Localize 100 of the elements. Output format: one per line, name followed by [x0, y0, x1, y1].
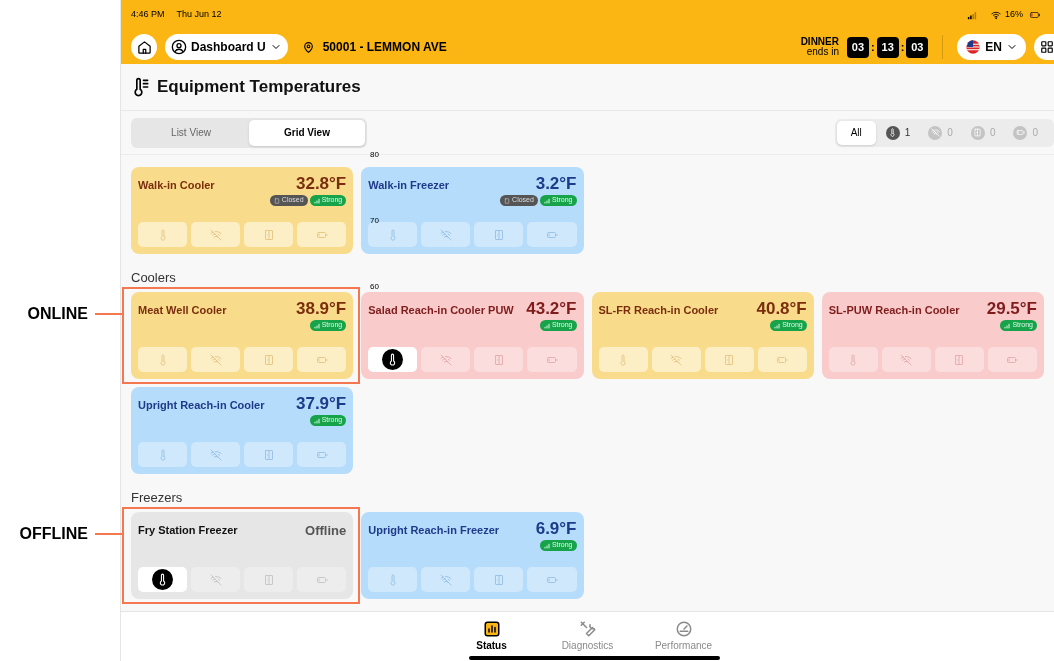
status-time: 4:46 PM — [131, 8, 165, 22]
sensor-tile[interactable] — [828, 347, 878, 372]
user-circle-icon — [171, 39, 187, 55]
thermometer-icon — [888, 128, 898, 137]
sensor-tile[interactable] — [474, 222, 524, 247]
sensor-tile[interactable] — [244, 347, 294, 372]
wifi-off-icon — [930, 128, 940, 137]
sensor-tile[interactable] — [421, 347, 471, 372]
sensor-tile[interactable] — [138, 222, 188, 247]
sensor-tile[interactable] — [297, 567, 347, 592]
timer-digits: 03 — [847, 36, 869, 58]
temperature-reading: 3.2°F — [535, 174, 577, 194]
sensor-tile[interactable] — [934, 347, 984, 372]
timer-digits: 03 — [906, 36, 929, 58]
signal-bars-icon — [774, 322, 781, 329]
axis-label: 80 — [370, 150, 379, 160]
sensor-tile[interactable] — [651, 347, 701, 372]
signal-bars-icon — [543, 542, 550, 549]
wifi-off-icon — [439, 573, 452, 586]
section-heading: Freezers — [131, 490, 184, 506]
sensor-tile[interactable] — [757, 347, 807, 372]
battery-percent: 16% — [1005, 8, 1023, 22]
temperature-reading: 6.9°F — [535, 519, 577, 539]
sensor-tile[interactable] — [244, 567, 294, 592]
sensor-tile[interactable] — [881, 347, 931, 372]
signal-icon — [966, 10, 978, 20]
wifi-off-icon — [439, 353, 452, 366]
equipment-name: Salad Reach-in Cooler PUW — [368, 303, 514, 317]
sensor-tile[interactable] — [191, 567, 241, 592]
door-icon — [262, 448, 275, 461]
wifi-off-icon — [209, 573, 222, 586]
signal-bars-icon — [543, 197, 550, 204]
door-icon — [723, 353, 736, 366]
tools-icon — [578, 620, 597, 638]
temperature-reading: 40.8°F — [756, 299, 807, 319]
equipment-name: Walk-in Freezer — [368, 178, 450, 192]
sensor-tile[interactable] — [527, 222, 577, 247]
door-icon — [262, 573, 275, 586]
sensor-tile[interactable] — [191, 442, 241, 467]
view-tab[interactable]: List View — [133, 119, 249, 146]
bar-chart-icon — [482, 620, 501, 638]
sensor-tile[interactable] — [297, 347, 347, 372]
bottom-nav-tab[interactable]: Performance — [650, 620, 717, 661]
sensor-tile[interactable] — [704, 347, 754, 372]
timer-separator: : — [900, 39, 905, 55]
sensor-tile[interactable] — [527, 567, 577, 592]
sensor-tile[interactable] — [421, 222, 471, 247]
sensor-tile[interactable] — [474, 347, 524, 372]
section-heading: Coolers — [131, 270, 177, 286]
wifi-off-icon — [670, 353, 683, 366]
sensor-tile[interactable] — [191, 347, 241, 372]
wifi-off-icon — [900, 353, 913, 366]
equipment-name: SL-PUW Reach-in Cooler — [828, 303, 960, 317]
sensor-tile[interactable] — [138, 442, 188, 467]
sensor-tile[interactable] — [191, 222, 241, 247]
home-icon — [136, 39, 152, 55]
door-icon — [273, 197, 280, 204]
bottom-nav-tab[interactable]: Diagnostics — [554, 620, 621, 661]
door-icon — [504, 197, 511, 204]
flag-icon — [965, 39, 982, 55]
language-dropdown[interactable]: EN — [957, 34, 1026, 60]
equipment-name: Upright Reach-in Freezer — [368, 523, 500, 537]
timer-digits: 13 — [876, 36, 899, 58]
home-button[interactable] — [131, 34, 157, 60]
equipment-card[interactable]: Fry Station Freezer Offline — [131, 512, 354, 599]
signal-bars-icon — [543, 322, 550, 329]
equipment-name: SL-FR Reach-in Cooler — [598, 303, 719, 317]
sensor-tile[interactable] — [368, 222, 418, 247]
view-tab[interactable]: Grid View — [249, 119, 365, 146]
wifi-off-icon — [209, 353, 222, 366]
sensor-tile[interactable] — [138, 567, 188, 592]
leader-line — [95, 533, 122, 535]
sensor-tile[interactable] — [244, 222, 294, 247]
sensor-tile[interactable] — [244, 442, 294, 467]
sensor-tile[interactable] — [138, 347, 188, 372]
sensor-tile[interactable] — [368, 567, 418, 592]
ends-in-label: ends in — [806, 47, 839, 57]
wifi-off-icon — [209, 448, 222, 461]
leader-line — [95, 313, 122, 315]
all-filter-tab[interactable]: All — [836, 120, 876, 145]
sensor-tile[interactable] — [474, 567, 524, 592]
sensor-tile[interactable] — [421, 567, 471, 592]
axis-label: 70 — [370, 216, 379, 226]
sensor-tile[interactable] — [297, 222, 347, 247]
gauge-icon — [674, 620, 693, 638]
sensor-tile[interactable] — [527, 347, 577, 372]
thermometer-filter[interactable]: 1 — [877, 120, 919, 145]
sensor-tile[interactable] — [297, 442, 347, 467]
temperature-reading: 32.8°F — [295, 174, 347, 194]
apps-grid-button[interactable] — [1034, 34, 1054, 60]
offline-status: Offline — [305, 522, 347, 540]
sensor-tile[interactable] — [987, 347, 1037, 372]
temperature-reading: 37.9°F — [295, 394, 347, 414]
wifi-off-icon — [439, 228, 452, 241]
axis-label: 60 — [370, 282, 379, 292]
signal-bars-icon — [1004, 322, 1011, 329]
sensor-tile[interactable] — [368, 347, 418, 372]
sensor-tile[interactable] — [598, 347, 648, 372]
annotation-label: ONLINE — [27, 304, 88, 324]
dashboard-dropdown[interactable]: Dashboard U — [165, 34, 288, 60]
